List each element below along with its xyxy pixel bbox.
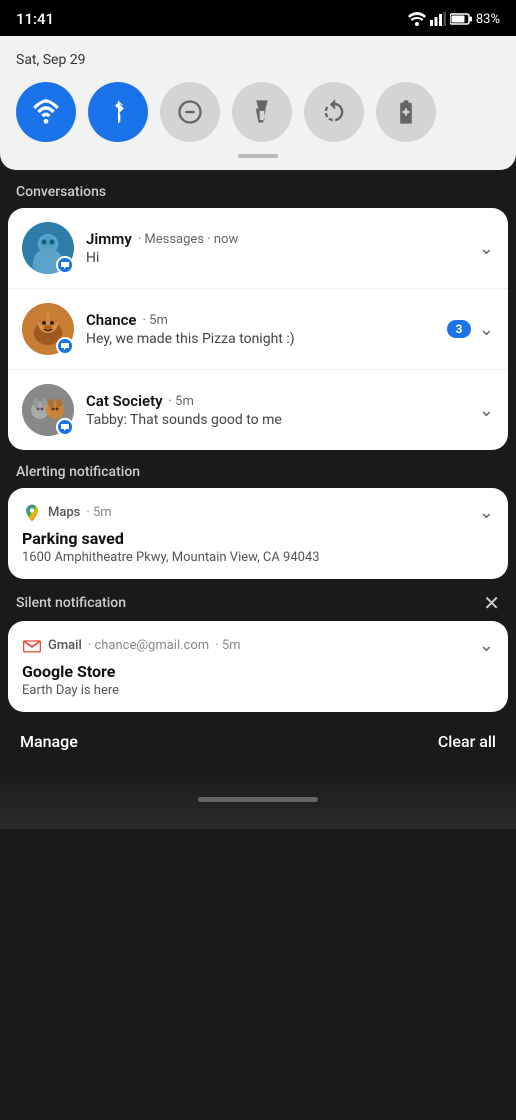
alerting-time: · 5m: [86, 505, 111, 520]
avatar-jimmy: [22, 222, 74, 274]
cat-society-chevron-icon[interactable]: ⌄: [479, 400, 494, 421]
silent-title: Google Store: [22, 662, 494, 681]
status-bar: 11:41 83%: [0, 0, 516, 36]
status-time: 11:41: [16, 10, 54, 28]
chance-meta: · 5m: [143, 313, 168, 328]
wifi-icon: [32, 98, 60, 126]
qs-tile-bluetooth[interactable]: [88, 82, 148, 142]
silent-sender: · chance@gmail.com: [88, 638, 209, 653]
cat-society-meta: · 5m: [169, 394, 194, 409]
silent-app-name: Gmail: [48, 638, 82, 653]
flashlight-icon: [248, 98, 276, 126]
cat-society-message-badge: [56, 418, 74, 436]
bluetooth-icon: [104, 98, 132, 126]
chance-conv-content: Chance · 5m Hey, we made this Pizza toni…: [86, 311, 439, 347]
qs-date: Sat, Sep 29: [16, 52, 500, 68]
manage-button[interactable]: Manage: [20, 732, 78, 751]
silent-section-label: Silent notification: [16, 595, 126, 611]
qs-tile-wifi[interactable]: [16, 82, 76, 142]
qs-tile-autorotate[interactable]: [304, 82, 364, 142]
conversations-section-label: Conversations: [0, 172, 516, 208]
alerting-notif-row: Maps · 5m ⌄: [22, 502, 494, 523]
alerting-notification-card[interactable]: Maps · 5m ⌄ Parking saved 1600 Amphithea…: [8, 488, 508, 579]
maps-icon: [22, 503, 42, 523]
chance-badge-count: 3: [447, 320, 471, 338]
gmail-icon: [22, 636, 42, 656]
battery-saver-icon: [392, 98, 420, 126]
avatar-cat-society: [22, 384, 74, 436]
jimmy-chevron-icon[interactable]: ⌄: [479, 238, 494, 259]
bottom-bar: Manage Clear all: [0, 714, 516, 769]
conv-item-jimmy[interactable]: Jimmy · Messages · now Hi ⌄: [8, 208, 508, 289]
signal-status-icon: [430, 12, 446, 26]
chance-message-badge: [56, 337, 74, 355]
cat-society-conv-content: Cat Society · 5m Tabby: That sounds good…: [86, 392, 471, 428]
jimmy-preview: Hi: [86, 250, 471, 266]
qs-tiles: [16, 82, 500, 142]
alerting-section-label: Alerting notification: [0, 452, 516, 488]
alerting-title: Parking saved: [22, 529, 494, 548]
chance-conv-right: 3 ⌄: [447, 319, 494, 340]
qs-tile-flashlight[interactable]: [232, 82, 292, 142]
chance-chevron-icon[interactable]: ⌄: [479, 319, 494, 340]
conv-item-cat-society[interactable]: Cat Society · 5m Tabby: That sounds good…: [8, 370, 508, 450]
home-indicator: [198, 797, 318, 802]
cat-society-name: Cat Society: [86, 392, 163, 410]
alerting-app-name: Maps: [48, 505, 80, 520]
status-icons: 83%: [408, 12, 500, 27]
silent-notif-row: Gmail · chance@gmail.com · 5m ⌄: [22, 635, 494, 656]
avatar-chance: [22, 303, 74, 355]
jimmy-meta: · Messages · now: [138, 232, 238, 247]
jimmy-name: Jimmy: [86, 230, 132, 248]
silent-close-button[interactable]: ✕: [483, 593, 500, 613]
alerting-body: 1600 Amphitheatre Pkwy, Mountain View, C…: [22, 550, 494, 565]
jimmy-conv-header: Jimmy · Messages · now: [86, 230, 471, 248]
jimmy-conv-right: ⌄: [479, 238, 494, 259]
home-indicator-area: [0, 769, 516, 829]
chance-conv-header: Chance · 5m: [86, 311, 439, 329]
cat-society-preview: Tabby: That sounds good to me: [86, 412, 471, 428]
clear-all-button[interactable]: Clear all: [438, 732, 496, 751]
chance-preview: Hey, we made this Pizza tonight :): [86, 331, 439, 347]
jimmy-message-badge: [56, 256, 74, 274]
alerting-chevron-icon[interactable]: ⌄: [479, 502, 494, 523]
conversations-card: Jimmy · Messages · now Hi ⌄: [8, 208, 508, 450]
conv-item-chance[interactable]: Chance · 5m Hey, we made this Pizza toni…: [8, 289, 508, 370]
alerting-app-info: Maps · 5m: [22, 503, 112, 523]
quick-settings-panel: Sat, Sep 29: [0, 36, 516, 170]
jimmy-conv-content: Jimmy · Messages · now Hi: [86, 230, 471, 266]
qs-tile-dnd[interactable]: [160, 82, 220, 142]
chance-name: Chance: [86, 311, 137, 329]
wifi-status-icon: [408, 12, 426, 26]
silent-app-info: Gmail · chance@gmail.com · 5m: [22, 636, 241, 656]
qs-handle: [238, 154, 278, 158]
silent-time: · 5m: [215, 638, 240, 653]
silent-notification-card[interactable]: Gmail · chance@gmail.com · 5m ⌄ Google S…: [8, 621, 508, 712]
autorotate-icon: [320, 98, 348, 126]
battery-status-icon: [450, 13, 472, 25]
battery-percent: 83%: [476, 12, 500, 27]
silent-chevron-icon[interactable]: ⌄: [479, 635, 494, 656]
qs-tile-battery-saver[interactable]: [376, 82, 436, 142]
cat-society-conv-header: Cat Society · 5m: [86, 392, 471, 410]
silent-section-row: Silent notification ✕: [0, 581, 516, 621]
cat-society-conv-right: ⌄: [479, 400, 494, 421]
silent-body: Earth Day is here: [22, 683, 494, 698]
dnd-icon: [176, 98, 204, 126]
